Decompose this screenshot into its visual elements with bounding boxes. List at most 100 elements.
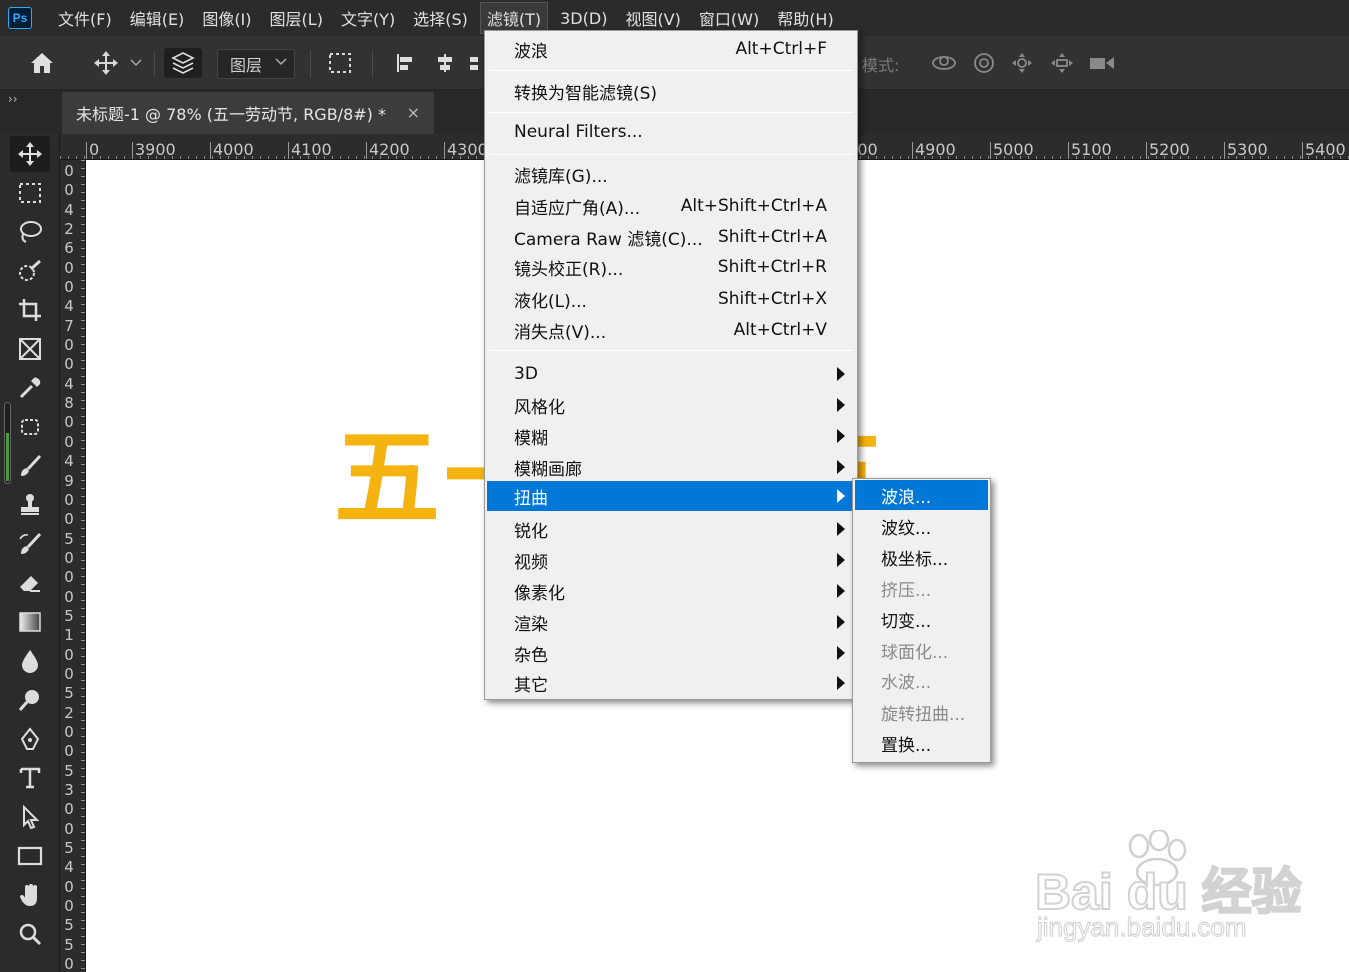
slide-3d-camera-icon[interactable] — [1046, 48, 1078, 78]
vertical-ruler: 0042600470048004900500051005200530054005… — [60, 160, 86, 972]
menu-window[interactable]: 窗口(W) — [693, 3, 765, 33]
tool-panel-grip[interactable] — [4, 402, 11, 484]
submenu-distort[interactable]: 扭曲 — [487, 481, 855, 511]
ruler-label: 5100 — [1068, 142, 1112, 159]
submenu-blur[interactable]: 模糊 — [487, 421, 855, 451]
submenu-item-label: 水波... — [881, 672, 932, 693]
orbit-3d-camera-icon[interactable] — [928, 48, 960, 78]
move-options-chevron-icon[interactable] — [126, 48, 146, 78]
rectangle-tool-icon[interactable] — [10, 838, 50, 874]
menu-separator — [489, 350, 853, 351]
align-more-icon[interactable] — [466, 48, 482, 78]
submenu-item-displace[interactable]: 置换... — [855, 728, 988, 758]
menu-item-shortcut: Alt+Shift+Ctrl+A — [680, 196, 827, 216]
submenu-item-label: 极坐标... — [881, 549, 949, 570]
menu-3d[interactable]: 3D(D) — [554, 6, 613, 31]
roll-3d-camera-icon[interactable] — [968, 48, 1000, 78]
close-icon[interactable]: × — [407, 103, 420, 122]
zoom-3d-camera-icon[interactable] — [1086, 48, 1118, 78]
menu-image[interactable]: 图像(I) — [196, 3, 257, 33]
submenu-arrow-icon — [837, 584, 845, 598]
submenu-sharpen[interactable]: 锐化 — [487, 514, 855, 544]
submenu-item-polar-coordinates[interactable]: 极坐标... — [855, 542, 988, 572]
submenu-item-label: 置换... — [881, 735, 932, 756]
submenu-item-wave[interactable]: 波浪... — [855, 480, 988, 510]
submenu-noise[interactable]: 杂色 — [487, 638, 855, 668]
menu-help[interactable]: 帮助(H) — [771, 3, 840, 33]
menu-item-liquify[interactable]: 液化(L)... Shift+Ctrl+X — [487, 284, 855, 314]
history-brush-tool-icon[interactable] — [10, 526, 50, 562]
brush-tool-icon[interactable] — [10, 448, 50, 484]
submenu-pixelate[interactable]: 像素化 — [487, 576, 855, 606]
gradient-tool-icon[interactable] — [10, 604, 50, 640]
blur-tool-icon[interactable] — [10, 643, 50, 679]
menu-item-last-filter[interactable]: 波浪 Alt+Ctrl+F — [487, 34, 855, 64]
divider — [372, 50, 373, 78]
menu-view[interactable]: 视图(V) — [619, 3, 686, 33]
home-icon[interactable] — [24, 48, 60, 78]
document-tab-title: 未标题-1 @ 78% (五一劳动节, RGB/8#) * — [76, 105, 386, 124]
filter-menu-dropdown: 波浪 Alt+Ctrl+F 转换为智能滤镜(S) Neural Filters.… — [484, 30, 858, 700]
dodge-tool-icon[interactable] — [10, 682, 50, 718]
move-tool-icon[interactable] — [10, 136, 50, 172]
auto-select-target-dropdown[interactable]: 图层 — [217, 49, 295, 79]
vertical-ruler-labels: 0042600470048004900500051005200530054005… — [64, 162, 74, 972]
submenu-item-label: 旋转扭曲... — [881, 704, 966, 725]
ruler-label: 0 — [86, 142, 99, 159]
align-left-icon[interactable] — [390, 48, 420, 78]
submenu-item-shear[interactable]: 切变... — [855, 604, 988, 634]
menu-select[interactable]: 选择(S) — [407, 3, 474, 33]
submenu-3d[interactable]: 3D — [487, 359, 855, 389]
submenu-item-ripple[interactable]: 波纹... — [855, 511, 988, 541]
frame-tool-icon[interactable] — [10, 331, 50, 367]
document-tab[interactable]: 未标题-1 @ 78% (五一劳动节, RGB/8#) * × — [62, 92, 434, 134]
menu-item-label: 消失点(V)... — [514, 322, 607, 343]
zoom-tool-icon[interactable] — [10, 916, 50, 952]
menu-item-label: 视频 — [514, 552, 548, 573]
auto-select-target-value: 图层 — [230, 56, 263, 75]
transform-controls-icon[interactable] — [322, 48, 358, 78]
submenu-arrow-icon — [837, 489, 845, 503]
submenu-video[interactable]: 视频 — [487, 545, 855, 575]
pen-tool-icon[interactable] — [10, 721, 50, 757]
ruler-label: 4900 — [912, 142, 956, 159]
ruler-label: 5300 — [1224, 142, 1268, 159]
submenu-item-spherize: 球面化... — [855, 635, 988, 665]
menu-item-adaptive-wide-angle[interactable]: 自适应广角(A)... Alt+Shift+Ctrl+A — [487, 191, 855, 221]
auto-select-layers-icon[interactable] — [164, 48, 202, 78]
pan-3d-camera-icon[interactable] — [1006, 48, 1038, 78]
lasso-tool-icon[interactable] — [10, 214, 50, 250]
move-tool-icon[interactable] — [88, 48, 124, 78]
marquee-tool-icon[interactable] — [10, 175, 50, 211]
submenu-render[interactable]: 渲染 — [487, 607, 855, 637]
healing-brush-tool-icon[interactable] — [10, 409, 50, 445]
clone-stamp-tool-icon[interactable] — [10, 487, 50, 523]
quick-selection-tool-icon[interactable] — [10, 253, 50, 289]
menu-separator — [489, 154, 853, 155]
collapse-panels-icon[interactable]: ›› — [8, 92, 18, 106]
menu-item-label: 波浪 — [514, 41, 548, 62]
ruler-label: 5400 — [1302, 142, 1346, 159]
crop-tool-icon[interactable] — [10, 292, 50, 328]
submenu-stylize[interactable]: 风格化 — [487, 390, 855, 420]
submenu-arrow-icon — [837, 460, 845, 474]
menu-item-filter-gallery[interactable]: 滤镜库(G)... — [487, 159, 855, 189]
type-tool-icon[interactable] — [10, 760, 50, 796]
eyedropper-tool-icon[interactable] — [10, 370, 50, 406]
menu-item-camera-raw[interactable]: Camera Raw 滤镜(C)... Shift+Ctrl+A — [487, 222, 855, 252]
eraser-tool-icon[interactable] — [10, 565, 50, 601]
menu-layer[interactable]: 图层(L) — [264, 3, 329, 33]
align-center-icon[interactable] — [430, 48, 460, 78]
menu-edit[interactable]: 编辑(E) — [124, 3, 191, 33]
hand-tool-icon[interactable] — [10, 877, 50, 913]
path-selection-tool-icon[interactable] — [10, 799, 50, 835]
menu-type[interactable]: 文字(Y) — [335, 3, 401, 33]
menu-item-lens-correction[interactable]: 镜头校正(R)... Shift+Ctrl+R — [487, 252, 855, 282]
menu-item-neural-filters[interactable]: Neural Filters... — [487, 117, 855, 147]
submenu-blur-gallery[interactable]: 模糊画廊 — [487, 452, 855, 482]
menu-file[interactable]: 文件(F) — [52, 3, 118, 33]
submenu-item-label: 切变... — [881, 611, 932, 632]
menu-item-vanishing-point[interactable]: 消失点(V)... Alt+Ctrl+V — [487, 315, 855, 345]
submenu-other[interactable]: 其它 — [487, 668, 855, 698]
menu-item-convert-smart-filters[interactable]: 转换为智能滤镜(S) — [487, 76, 855, 106]
